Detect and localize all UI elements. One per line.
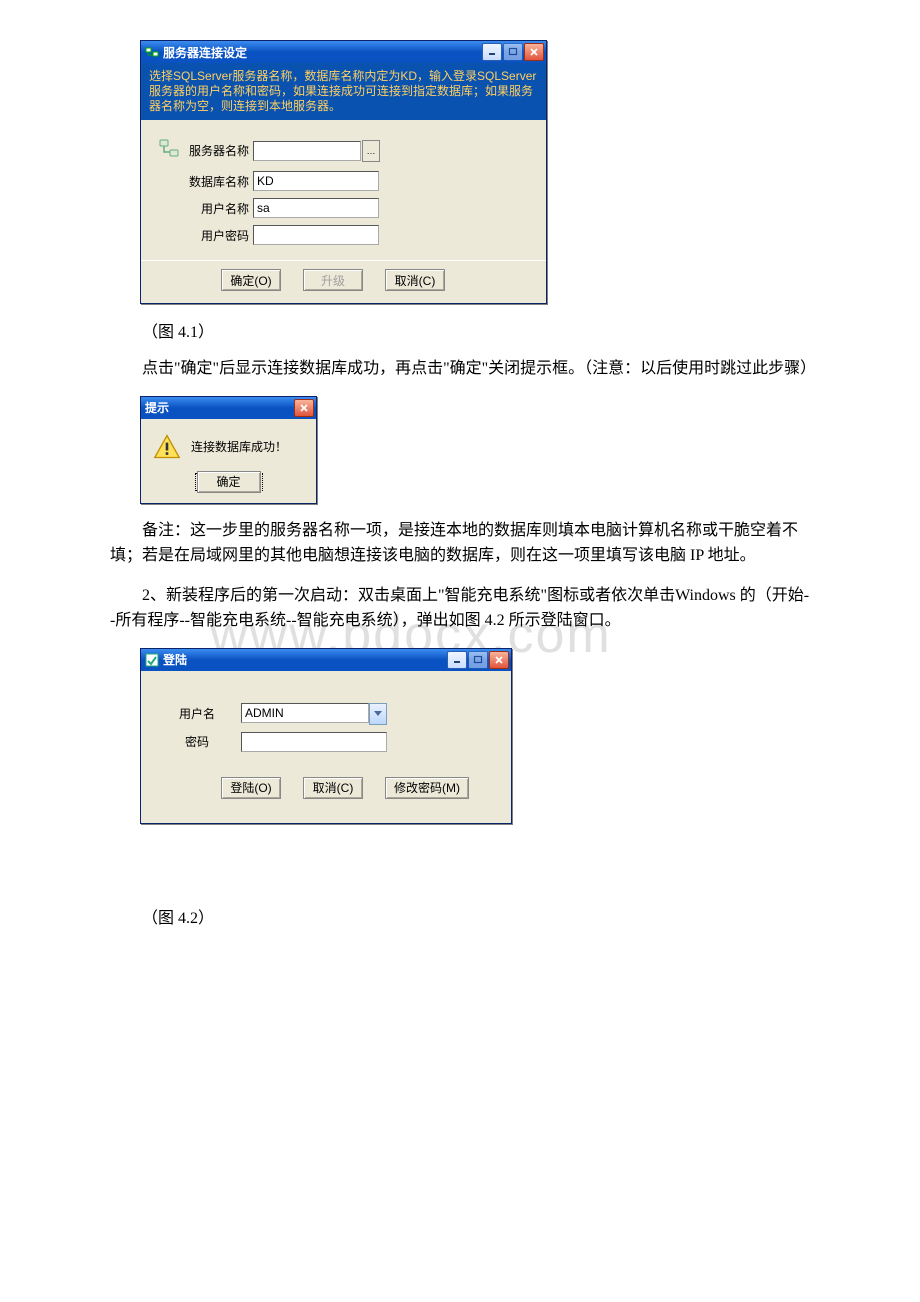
password-label: 用户密码: [189, 227, 253, 244]
msgbox-ok-button[interactable]: 确定: [197, 471, 261, 493]
figure-caption-4-1: （图 4.1）: [110, 318, 810, 342]
warning-icon: [153, 433, 181, 461]
msgbox-title: 提示: [145, 399, 294, 416]
login-close-button[interactable]: [489, 651, 509, 669]
ok-button[interactable]: 确定(O): [221, 269, 281, 291]
login-title: 登陆: [163, 651, 447, 668]
message-box: 提示 连接数据库成功！ 确定: [140, 396, 317, 504]
username-label: 用户名称: [189, 200, 253, 217]
server-name-label: 服务器名称: [189, 142, 253, 159]
dialog-title: 服务器连接设定: [163, 44, 482, 61]
login-cancel-button[interactable]: 取消(C): [303, 777, 363, 799]
database-name-label: 数据库名称: [189, 173, 253, 190]
server-name-input[interactable]: [253, 141, 361, 161]
instruction-text: 选择SQLServer服务器名称，数据库名称内定为KD，输入登录SQLServe…: [141, 63, 546, 120]
login-app-icon: [145, 653, 159, 667]
minimize-button[interactable]: [482, 43, 502, 61]
titlebar[interactable]: 服务器连接设定: [141, 41, 546, 63]
msgbox-close-button[interactable]: [294, 399, 314, 417]
login-button[interactable]: 登陆(O): [221, 777, 281, 799]
app-icon: [145, 45, 159, 59]
msgbox-text: 连接数据库成功！: [191, 438, 287, 455]
chevron-down-icon: [374, 711, 382, 716]
login-minimize-button[interactable]: [447, 651, 467, 669]
figure-caption-4-2: （图 4.2）: [110, 904, 810, 928]
login-user-select[interactable]: [241, 703, 369, 723]
upgrade-button: 升级: [303, 269, 363, 291]
username-input[interactable]: [253, 198, 379, 218]
change-password-button[interactable]: 修改密码(M): [385, 777, 469, 799]
paragraph-1: 点击"确定"后显示连接数据库成功，再点击"确定"关闭提示框。（注意：以后使用时跳…: [110, 356, 810, 382]
login-user-label: 用户名: [157, 705, 241, 722]
cancel-button[interactable]: 取消(C): [385, 269, 445, 291]
dropdown-button[interactable]: [369, 703, 387, 725]
msgbox-titlebar[interactable]: 提示: [141, 397, 316, 419]
login-password-input[interactable]: [241, 732, 387, 752]
paragraph-2: 备注：这一步里的服务器名称一项，是接连本地的数据库则填本电脑计算机名称或干脆空着…: [110, 518, 810, 569]
login-password-label: 密码: [157, 733, 241, 750]
maximize-button: [503, 43, 523, 61]
paragraph-3: 2、新装程序后的第一次启动：双击桌面上"智能充电系统"图标或者依次单击Windo…: [110, 583, 810, 634]
password-input[interactable]: [253, 225, 379, 245]
server-icon: [157, 137, 189, 164]
login-maximize-button: [468, 651, 488, 669]
login-titlebar[interactable]: 登陆: [141, 649, 511, 671]
database-name-input[interactable]: [253, 171, 379, 191]
browse-server-button[interactable]: …: [362, 140, 380, 162]
close-button[interactable]: [524, 43, 544, 61]
server-connection-dialog: 服务器连接设定 选择SQLServer服务器名称，数据库名称内定为KD，输入登录…: [140, 40, 547, 304]
login-dialog: 登陆 用户名 密码 登陆(O) 取消(C) 修改密: [140, 648, 512, 824]
